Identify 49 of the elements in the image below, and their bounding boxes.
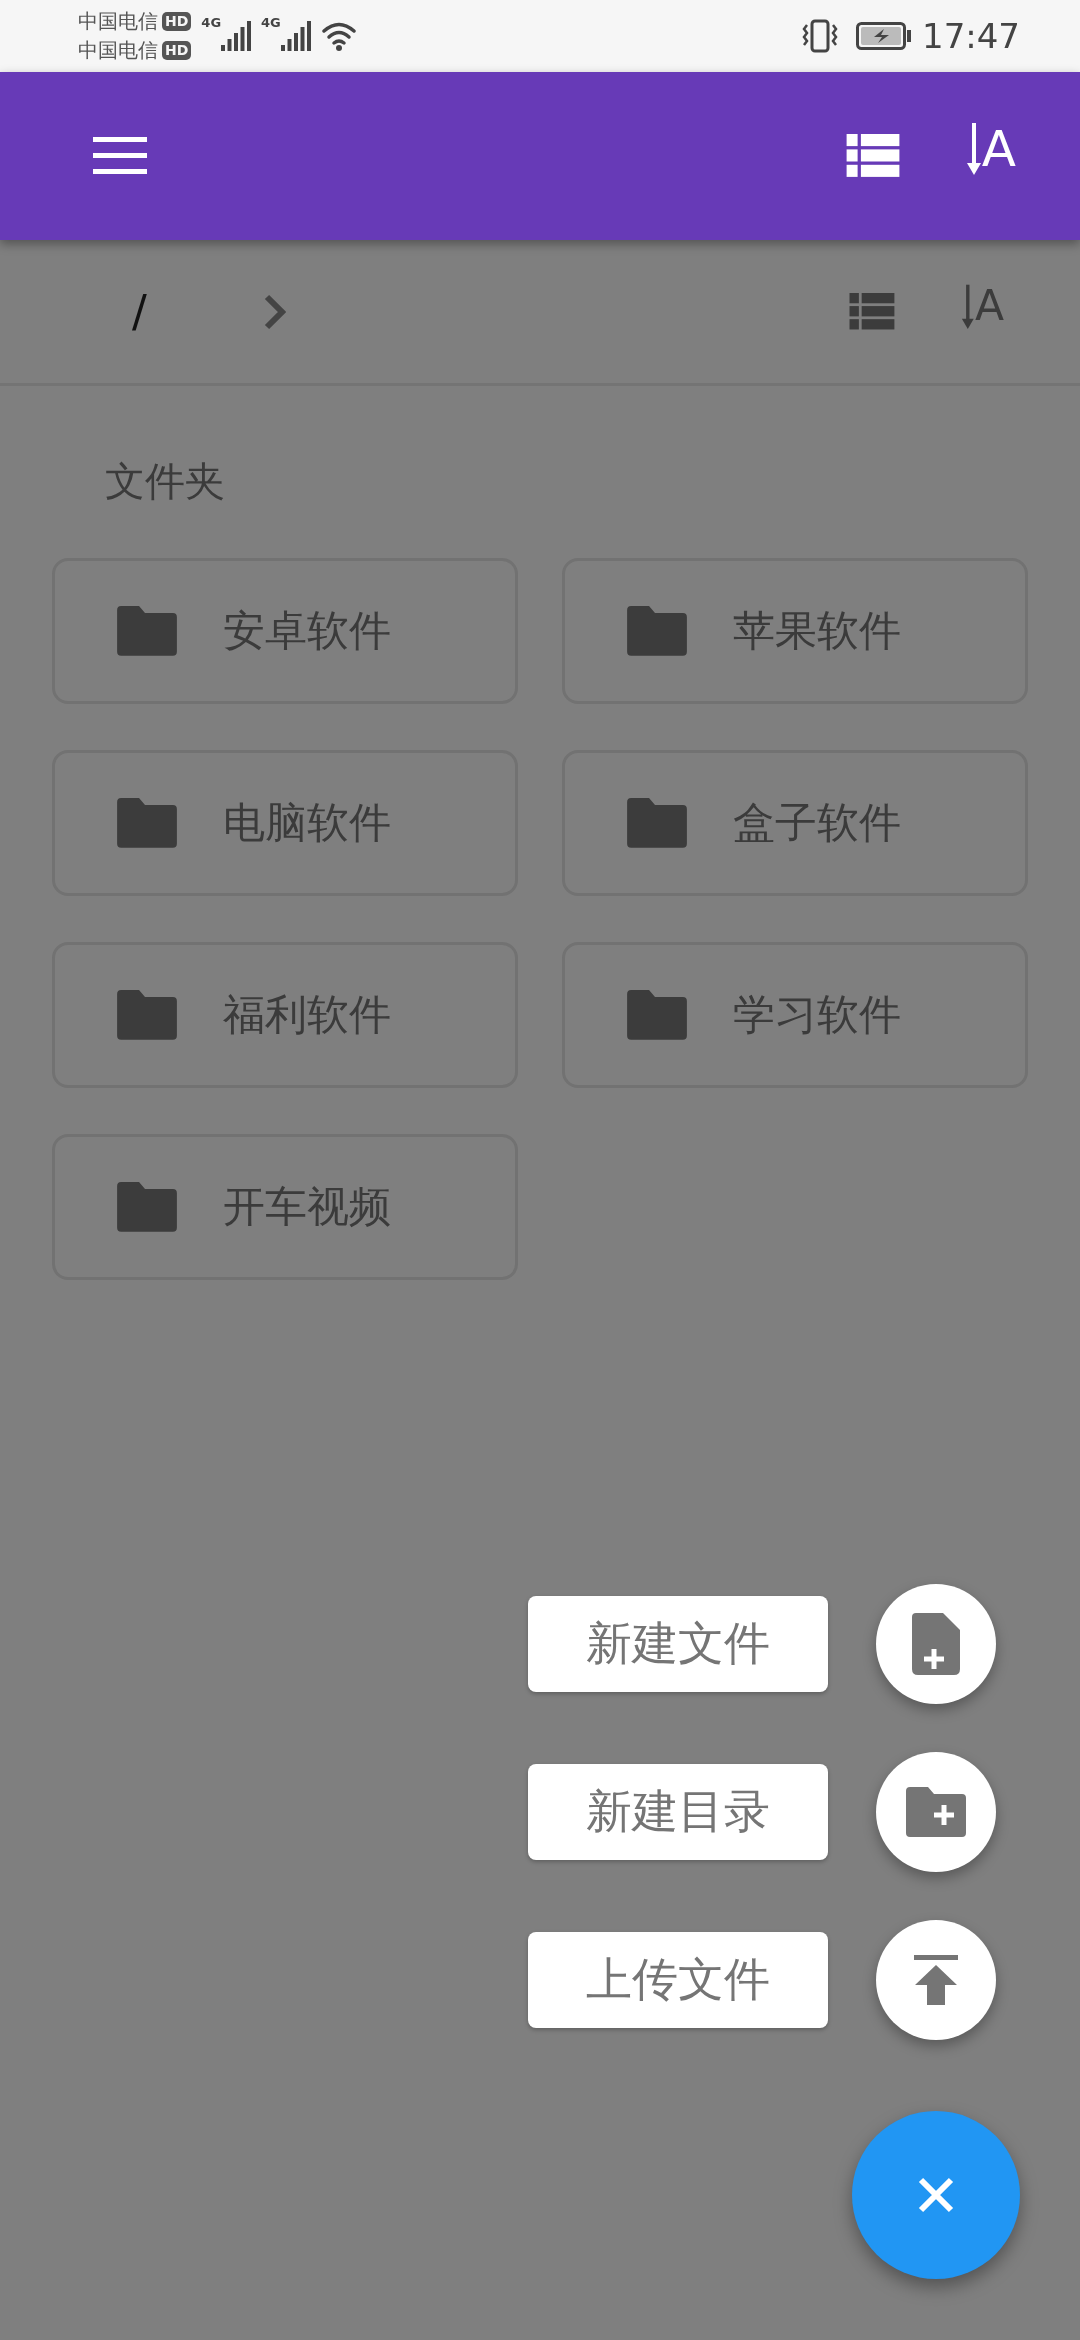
- close-icon: [918, 2177, 954, 2213]
- folder-name: 安卓软件: [223, 605, 391, 657]
- folder-card[interactable]: 盒子软件: [562, 750, 1028, 896]
- folder-card[interactable]: 苹果软件: [562, 558, 1028, 704]
- down-arrow-icon: [965, 121, 982, 177]
- fab-label[interactable]: 新建目录: [528, 1764, 828, 1860]
- upload-icon: [914, 1955, 958, 2005]
- clock-time: 17:47: [922, 16, 1020, 56]
- folder-icon: [627, 990, 687, 1040]
- folder-card[interactable]: 电脑软件: [52, 750, 518, 896]
- folder-name: 福利软件: [223, 989, 391, 1041]
- signal-icon: [280, 21, 311, 51]
- folder-card[interactable]: 开车视频: [52, 1134, 518, 1280]
- path-text[interactable]: /: [132, 286, 154, 337]
- folder-icon: [627, 606, 687, 656]
- fab-label[interactable]: 上传文件: [528, 1932, 828, 2028]
- list-view-icon[interactable]: [845, 134, 900, 178]
- fab-label[interactable]: 新建文件: [528, 1596, 828, 1692]
- wifi-icon: [320, 20, 359, 52]
- signal-icon: [221, 21, 252, 51]
- folder-name: 盒子软件: [733, 797, 901, 849]
- new-file-icon: [912, 1613, 960, 1675]
- folder-icon: [117, 606, 177, 656]
- section-title: 文件夹: [104, 457, 226, 506]
- vibrate-icon: [802, 19, 838, 53]
- folder-card[interactable]: 学习软件: [562, 942, 1028, 1088]
- folder-name: 开车视频: [223, 1181, 391, 1233]
- folder-name: 学习软件: [733, 989, 901, 1041]
- network-type: 4G: [201, 15, 222, 30]
- new-folder-icon: [905, 1787, 967, 1837]
- folder-name: 苹果软件: [733, 605, 901, 657]
- folder-icon: [117, 990, 177, 1040]
- hd-badge: HD: [162, 41, 192, 60]
- sort-button[interactable]: A: [965, 121, 1016, 177]
- folder-card[interactable]: 安卓软件: [52, 558, 518, 704]
- carrier-name: 中国电信: [78, 37, 158, 64]
- network-type: 4G: [261, 15, 281, 30]
- battery-icon: [856, 22, 912, 50]
- menu-icon[interactable]: [93, 137, 147, 175]
- carrier-name: 中国电信: [78, 8, 158, 35]
- hd-badge: HD: [162, 12, 192, 31]
- folder-icon: [117, 1182, 177, 1232]
- sort-button[interactable]: A: [961, 282, 1004, 331]
- folder-icon: [117, 798, 177, 848]
- folder-card[interactable]: 福利软件: [52, 942, 518, 1088]
- folder-icon: [627, 798, 687, 848]
- folder-name: 电脑软件: [223, 797, 391, 849]
- chevron-right-icon: [264, 293, 286, 330]
- down-arrow-icon: [961, 282, 975, 331]
